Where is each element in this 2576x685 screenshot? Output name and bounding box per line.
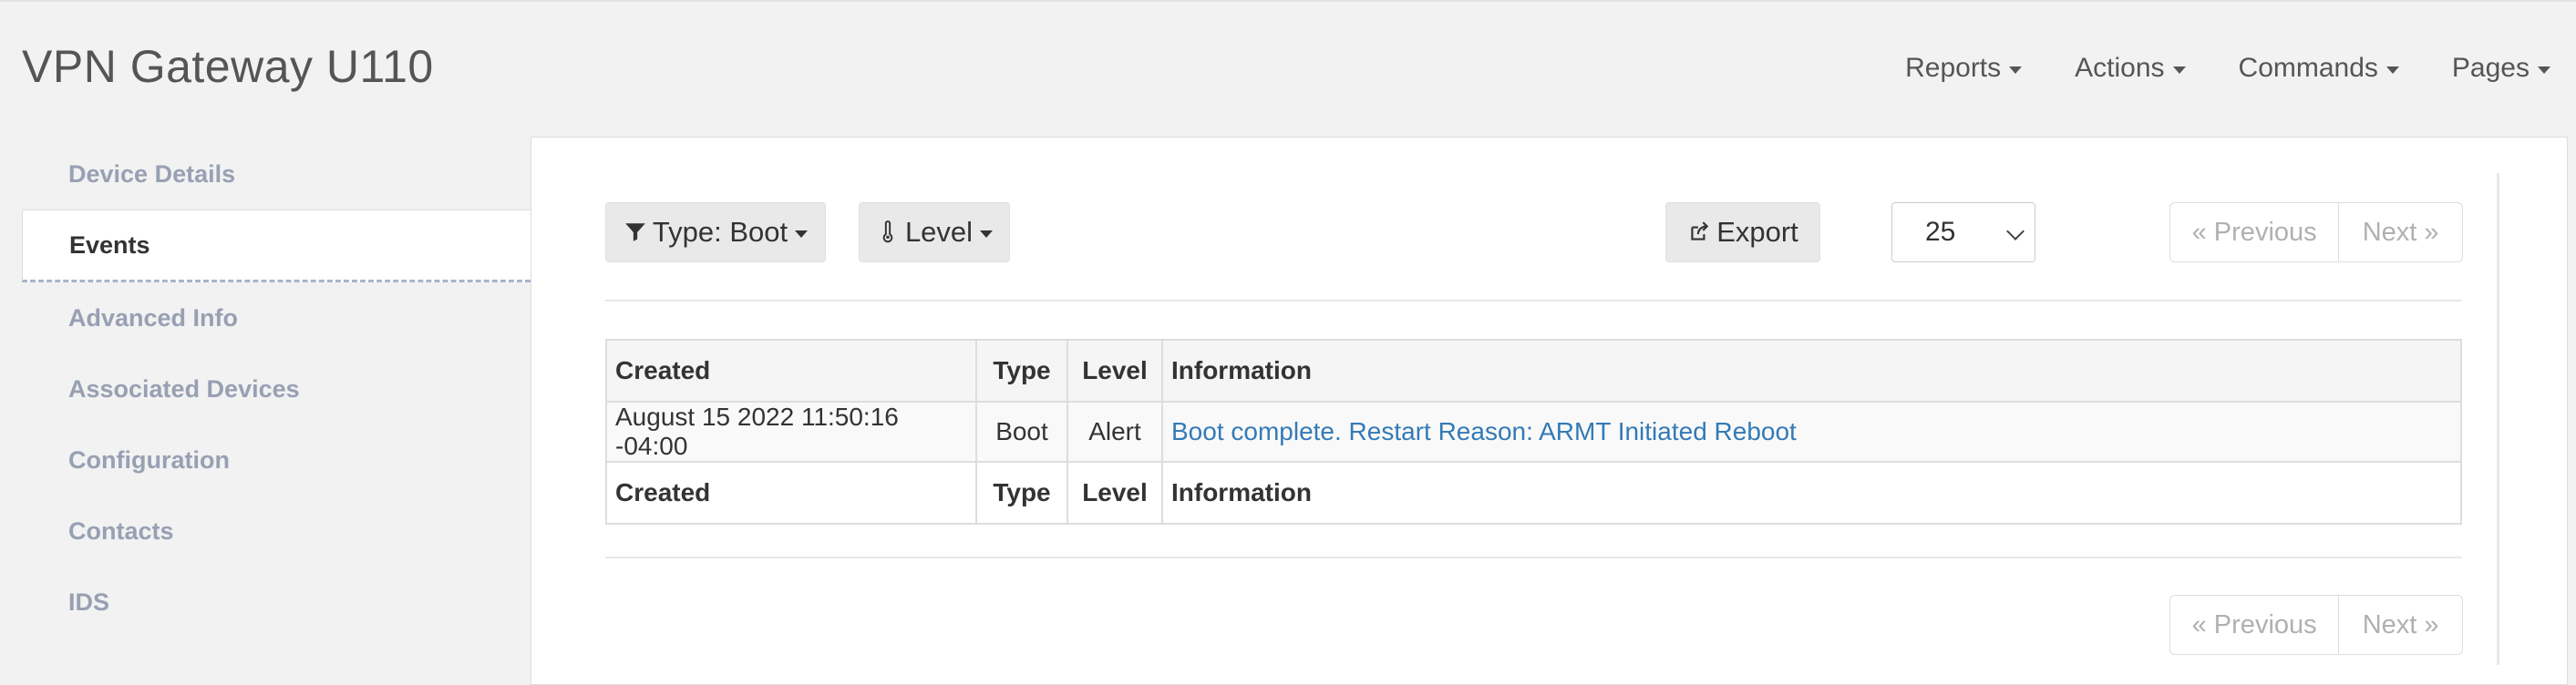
type-filter-label: Type: Boot (652, 216, 788, 248)
sidebar-item-configuration[interactable]: Configuration (22, 424, 531, 496)
sidebar-item-ids[interactable]: IDS (22, 567, 531, 638)
column-footer-information: Information (1161, 461, 2462, 525)
panel-scrollbar[interactable] (2497, 173, 2499, 665)
sidebar: Device Details Events Advanced Info Asso… (22, 138, 531, 638)
sidebar-item-associated-devices[interactable]: Associated Devices (22, 353, 531, 424)
type-filter-button[interactable]: Type: Boot (605, 202, 826, 262)
sidebar-item-advanced-info[interactable]: Advanced Info (22, 282, 531, 353)
column-header-level[interactable]: Level (1066, 339, 1163, 403)
column-footer-type: Type (975, 461, 1068, 525)
previous-page-button[interactable]: « Previous (2170, 203, 2338, 261)
divider (605, 300, 2462, 302)
table-row: August 15 2022 11:50:16 -04:00 Boot Aler… (605, 401, 2462, 463)
cell-information: Boot complete. Restart Reason: ARMT Init… (1161, 401, 2462, 463)
pagination-top: « Previous Next » (2169, 202, 2463, 262)
export-label: Export (1716, 216, 1798, 248)
top-navigation: Reports Actions Commands Pages (1852, 53, 2550, 84)
export-button[interactable]: Export (1665, 202, 1820, 262)
pagination-bottom: « Previous Next » (2169, 595, 2463, 655)
nav-pages-label: Pages (2451, 53, 2530, 83)
table-header-row: Created Type Level Information (605, 339, 2462, 403)
divider (605, 557, 2462, 558)
caret-down-icon (2385, 66, 2399, 74)
next-page-button[interactable]: Next » (2338, 596, 2462, 654)
top-border (0, 0, 2576, 2)
nav-actions-label: Actions (2075, 53, 2165, 83)
event-information-link[interactable]: Boot complete. Restart Reason: ARMT Init… (1171, 417, 1797, 445)
nav-commands-label: Commands (2238, 53, 2378, 83)
nav-reports-menu[interactable]: Reports (1905, 53, 2023, 84)
column-header-created[interactable]: Created (605, 339, 977, 403)
next-page-button[interactable]: Next » (2338, 203, 2462, 261)
caret-down-icon (2172, 66, 2186, 74)
page-size-value: 25 (1925, 217, 1956, 247)
cell-created: August 15 2022 11:50:16 -04:00 (605, 401, 977, 463)
column-footer-level: Level (1066, 461, 1163, 525)
page-size-select[interactable]: 25 (1891, 202, 2035, 262)
column-header-information[interactable]: Information (1161, 339, 2462, 403)
cell-level: Alert (1066, 401, 1163, 463)
nav-pages-menu[interactable]: Pages (2452, 53, 2550, 84)
previous-page-button[interactable]: « Previous (2170, 596, 2338, 654)
level-filter-button[interactable]: Level (859, 202, 1010, 262)
share-square-icon (1691, 221, 1709, 240)
caret-down-icon (2009, 66, 2023, 74)
thermometer-icon (882, 220, 893, 243)
table-footer-row: Created Type Level Information (605, 461, 2462, 525)
level-filter-label: Level (904, 216, 974, 248)
filter-icon (625, 223, 645, 241)
cell-type: Boot (975, 401, 1068, 463)
caret-down-icon (795, 230, 809, 238)
events-table: Created Type Level Information August 15… (605, 339, 2462, 525)
sidebar-item-events[interactable]: Events (22, 210, 531, 282)
column-footer-created: Created (605, 461, 977, 525)
nav-reports-label: Reports (1905, 53, 2002, 83)
column-header-type[interactable]: Type (975, 339, 1068, 403)
sidebar-item-contacts[interactable]: Contacts (22, 496, 531, 567)
sidebar-item-device-details[interactable]: Device Details (22, 138, 531, 210)
app-title: VPN Gateway U110 (22, 41, 434, 92)
caret-down-icon (980, 230, 994, 238)
nav-commands-menu[interactable]: Commands (2239, 53, 2399, 84)
chevron-down-icon (2006, 222, 2025, 240)
nav-actions-menu[interactable]: Actions (2075, 53, 2186, 84)
caret-down-icon (2538, 66, 2550, 74)
